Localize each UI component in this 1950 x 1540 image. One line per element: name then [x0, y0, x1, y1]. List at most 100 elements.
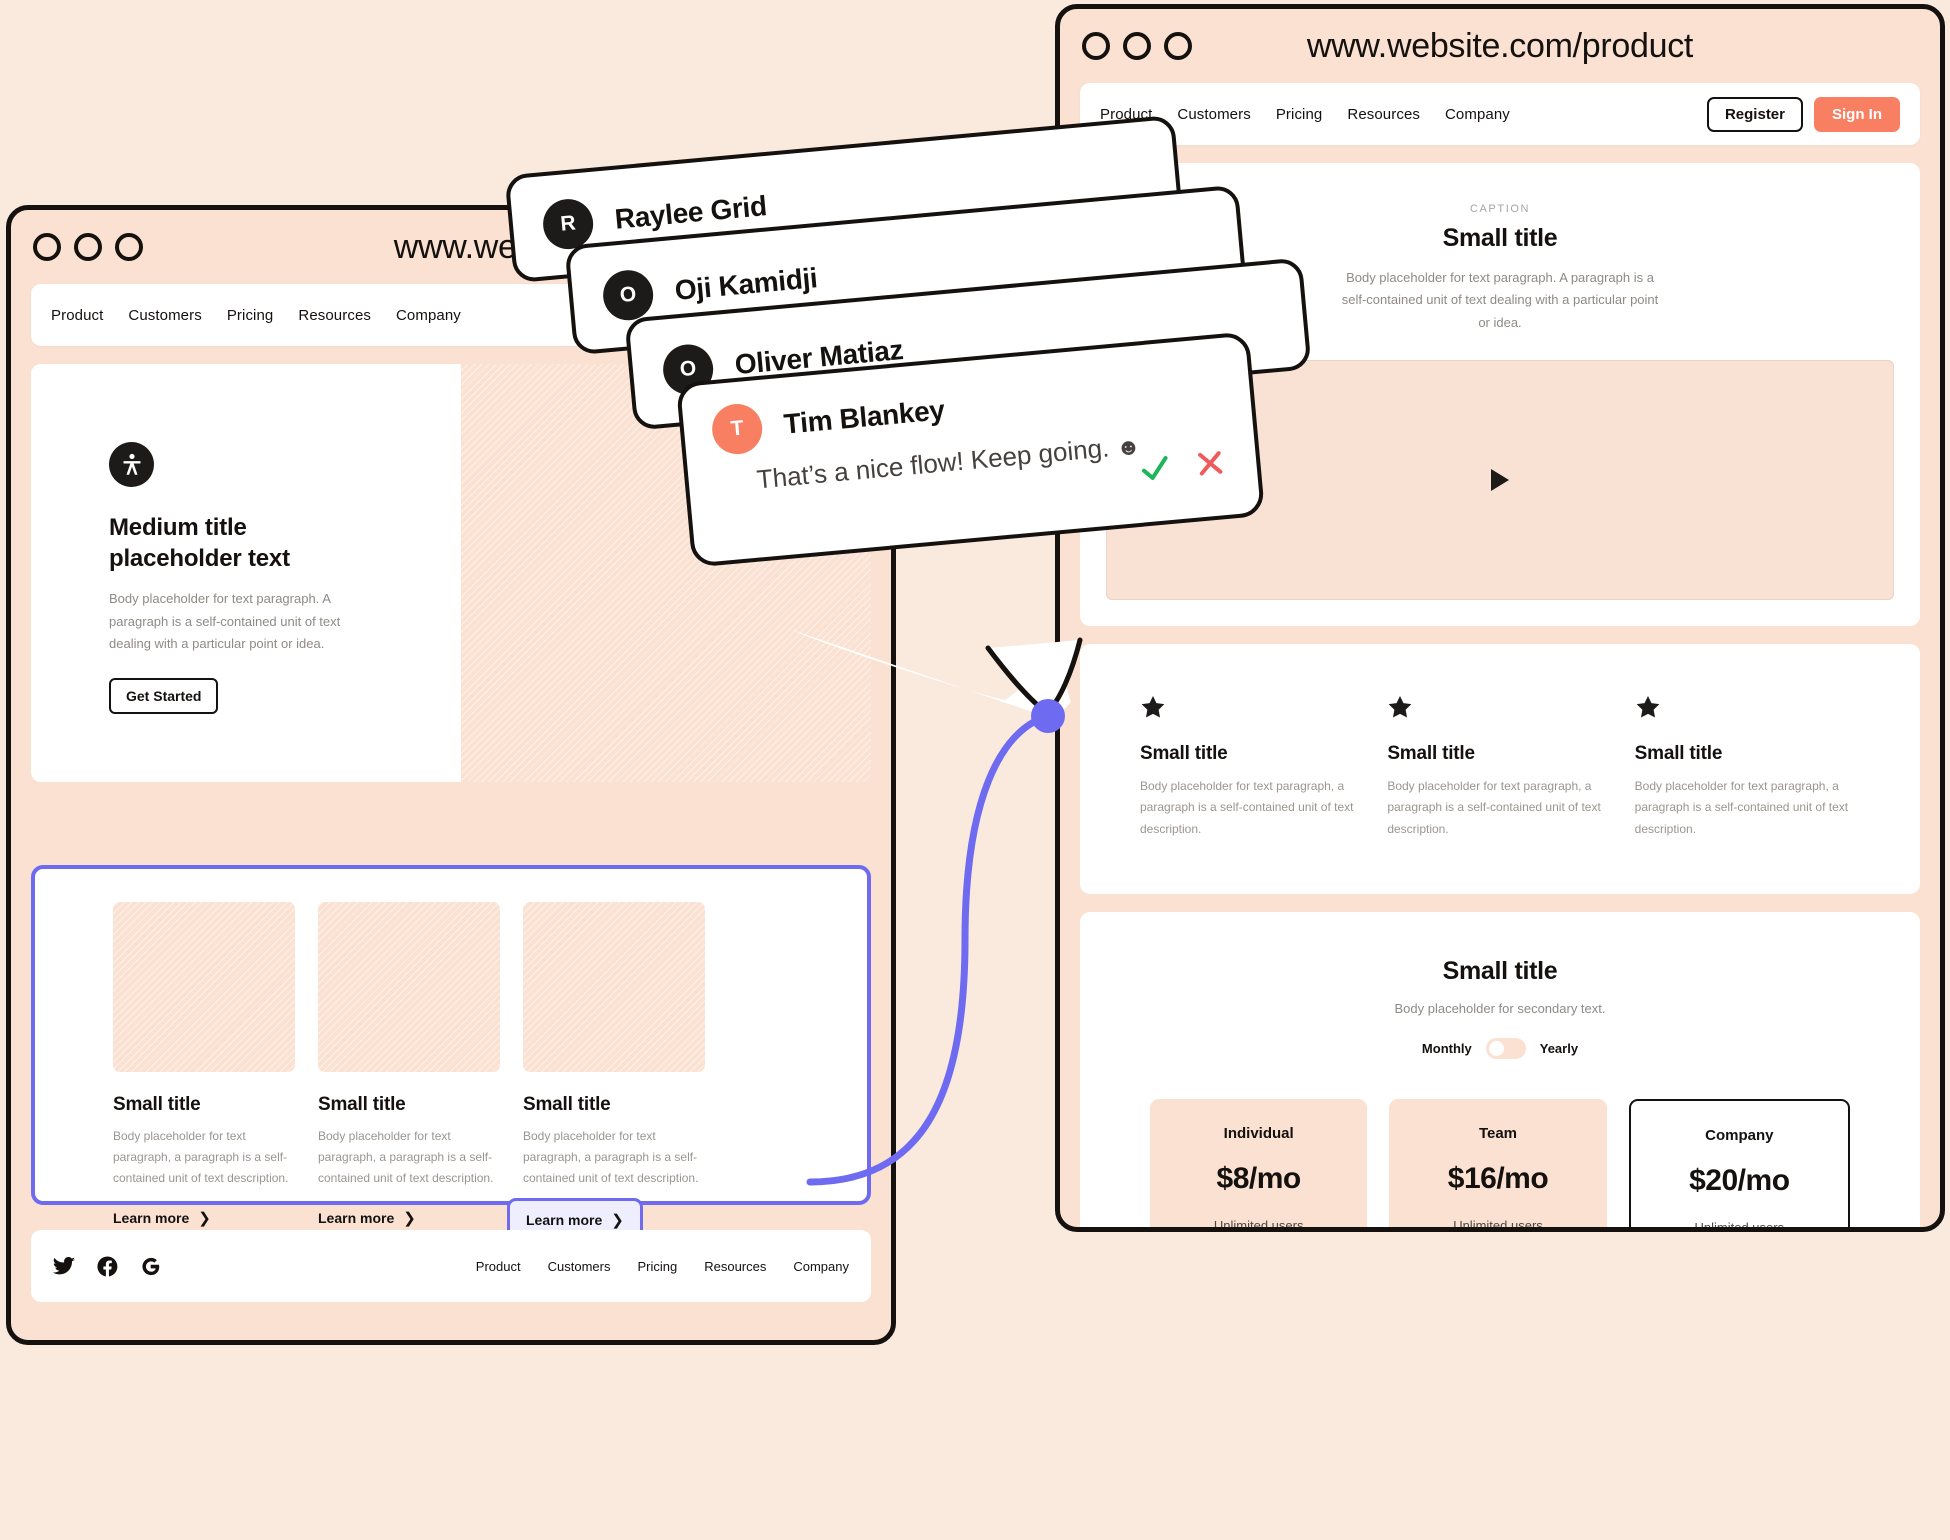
- feature-title: Small title: [1634, 743, 1723, 765]
- footer-link-pricing[interactable]: Pricing: [637, 1259, 677, 1274]
- card-body: Body placeholder for text paragraph, a p…: [523, 1129, 699, 1185]
- left-hero-title-line2: placeholder text: [109, 544, 290, 572]
- collaborator-name: Oji Kamidji: [673, 262, 819, 306]
- get-started-button[interactable]: Get Started: [109, 677, 219, 714]
- learn-more-label: Learn more: [526, 1212, 603, 1228]
- comment-actions: [1137, 446, 1228, 486]
- plan-name: Company: [1705, 1126, 1774, 1144]
- content-card[interactable]: Small title Body placeholder for text par…: [318, 902, 500, 1242]
- card-title: Small title: [113, 1094, 201, 1115]
- footer-link-resources[interactable]: Resources: [704, 1259, 766, 1274]
- window-dot-maximize[interactable]: [1164, 32, 1192, 60]
- check-icon[interactable]: [1137, 451, 1172, 486]
- register-button[interactable]: Register: [1706, 96, 1803, 132]
- card-thumbnail: [318, 902, 500, 1072]
- pricing-plans: Individual $8/mo Unlimited usersNice suppo…: [1080, 1059, 1920, 1232]
- card-thumbnail: [113, 902, 295, 1072]
- cards-row: Small title Body placeholder for text par…: [35, 869, 867, 1282]
- nav-link-customers[interactable]: Customers: [128, 307, 201, 324]
- toggle-label-yearly[interactable]: Yearly: [1540, 1041, 1578, 1056]
- billing-toggle[interactable]: [1485, 1037, 1526, 1059]
- window-dot-minimize-left[interactable]: [74, 233, 102, 261]
- avatar: T: [710, 401, 765, 457]
- plan-name: Individual: [1223, 1124, 1294, 1142]
- learn-more-link[interactable]: Learn more ❯: [318, 1209, 416, 1227]
- window-dot-close-left[interactable]: [33, 233, 61, 261]
- card-title: Small title: [318, 1094, 406, 1115]
- footer-left: Product Customers Pricing Resources Company: [31, 1230, 871, 1302]
- left-hero-text: Medium title placeholder text Body place…: [31, 364, 461, 782]
- nav-link-company[interactable]: Company: [1445, 106, 1510, 123]
- card-title: Small title: [523, 1094, 611, 1115]
- pricing-plan: Company $20/mo Unlimited usersNice support…: [1628, 1098, 1850, 1227]
- nav-link-resources[interactable]: Resources: [298, 307, 371, 324]
- plan-price: $20/mo: [1689, 1163, 1790, 1197]
- billing-toggle-row: Monthly Yearly: [1080, 1037, 1920, 1059]
- nav-link-pricing[interactable]: Pricing: [227, 307, 274, 324]
- comment-author: Tim Blankey: [782, 394, 946, 440]
- nav-link-customers[interactable]: Customers: [1177, 106, 1250, 123]
- footer-link-product[interactable]: Product: [476, 1259, 521, 1274]
- highlighted-cards-section[interactable]: Small title Body placeholder for text par…: [31, 865, 871, 1242]
- plan-name: Team: [1478, 1124, 1518, 1142]
- feature-title: Small title: [1387, 743, 1475, 765]
- feature-title: Small title: [1140, 743, 1228, 765]
- plan-price: $16/mo: [1447, 1161, 1549, 1195]
- person-icon: [109, 442, 154, 487]
- card-body: Body placeholder for text paragraph, a p…: [113, 1129, 289, 1185]
- play-icon[interactable]: [1491, 469, 1509, 492]
- nav-link-company[interactable]: Company: [396, 307, 461, 324]
- google-icon[interactable]: [139, 1255, 162, 1278]
- footer-link-company[interactable]: Company: [793, 1259, 849, 1274]
- hero-body: Body placeholder for text paragraph. A p…: [1341, 270, 1659, 330]
- content-card[interactable]: Small title Body placeholder for text par…: [113, 902, 295, 1242]
- pricing-section: Small title Body placeholder for seconda…: [1080, 912, 1920, 1232]
- nav-links-left: Product Customers Pricing Resources Company: [51, 307, 461, 324]
- feature-body: Body placeholder for text paragraph, a p…: [1140, 779, 1354, 836]
- features-section: Small title Body placeholder for text par…: [1080, 644, 1920, 895]
- features-row: Small title Body placeholder for text par…: [1080, 644, 1920, 894]
- window-dot-close[interactable]: [1082, 32, 1110, 60]
- footer-link-customers[interactable]: Customers: [548, 1259, 611, 1274]
- toggle-label-monthly[interactable]: Monthly: [1422, 1041, 1472, 1056]
- window-dots: [1082, 32, 1192, 60]
- plan-features: Unlimited usersNice supportUseful update…: [1649, 1220, 1830, 1227]
- pricing-subtitle: Body placeholder for secondary text.: [1394, 1001, 1606, 1017]
- chevron-right-icon: ❯: [198, 1210, 211, 1227]
- feature-body: Body placeholder for text paragraph, a p…: [1634, 779, 1849, 836]
- signin-button[interactable]: Sign In: [1814, 96, 1900, 132]
- nav-link-product[interactable]: Product: [51, 307, 103, 324]
- pricing-plan: Individual $8/mo Unlimited usersNice suppo…: [1150, 1098, 1368, 1232]
- address-bar-right[interactable]: www.website.com/product: [1060, 27, 1940, 66]
- right-titlebar: www.website.com/product: [1060, 9, 1940, 83]
- star-icon: [1636, 696, 1660, 718]
- feature-item: Small title Body placeholder for text par…: [1635, 694, 1860, 840]
- plan-features: Unlimited usersNice supportUseful update…: [1168, 1217, 1349, 1232]
- star-icon: [1388, 696, 1412, 718]
- window-dot-minimize[interactable]: [1123, 32, 1151, 60]
- window-dot-maximize-left[interactable]: [115, 233, 143, 261]
- learn-more-link[interactable]: Learn more ❯: [113, 1209, 211, 1227]
- twitter-icon[interactable]: [53, 1255, 76, 1278]
- nav-link-resources[interactable]: Resources: [1347, 106, 1420, 123]
- feature-item: Small title Body placeholder for text par…: [1140, 694, 1365, 840]
- window-dots-left: [33, 233, 143, 261]
- pricing-plan: Team $16/mo Unlimited usersNice supportUse…: [1389, 1098, 1607, 1232]
- feature-body: Body placeholder for text paragraph, a p…: [1387, 779, 1601, 836]
- nav-link-pricing[interactable]: Pricing: [1276, 106, 1323, 123]
- card-thumbnail: [523, 902, 705, 1072]
- plan-price: $8/mo: [1216, 1161, 1302, 1195]
- cross-icon[interactable]: [1193, 446, 1228, 481]
- plan-feature: Unlimited users: [1453, 1217, 1543, 1232]
- pricing-title: Small title: [1442, 957, 1558, 986]
- navbar-right: Product Customers Pricing Resources Company …: [1080, 83, 1920, 145]
- learn-more-label: Learn more: [113, 1210, 190, 1226]
- avatar: O: [600, 268, 656, 323]
- left-hero-title-line1: Medium title: [109, 514, 247, 541]
- facebook-icon[interactable]: [96, 1255, 119, 1278]
- social-icons-left: [53, 1255, 162, 1278]
- content-card[interactable]: Small title Body placeholder for text par…: [507, 902, 705, 1242]
- chevron-right-icon: ❯: [403, 1210, 416, 1227]
- plan-feature: Unlimited users: [1213, 1217, 1304, 1232]
- star-icon: [1141, 696, 1165, 718]
